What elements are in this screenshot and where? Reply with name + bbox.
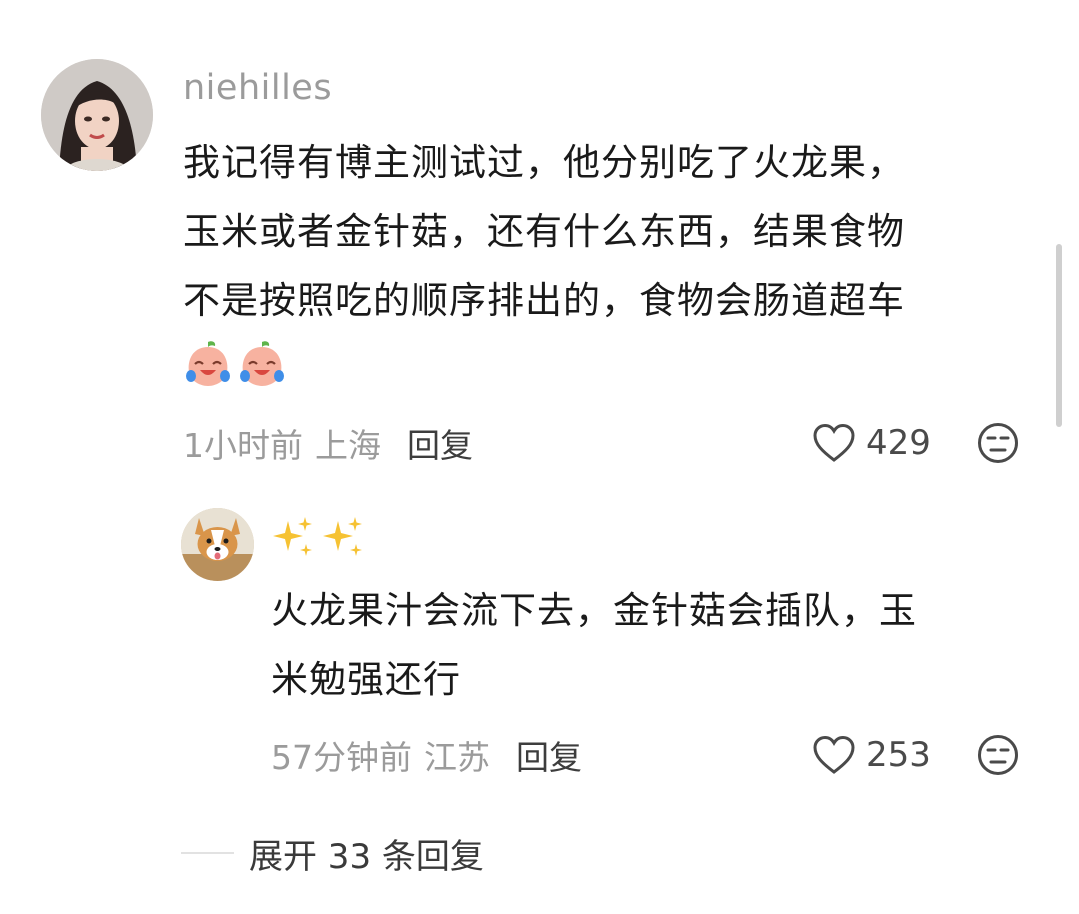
- reply-meta: 57分钟前 江苏 回复: [271, 732, 582, 778]
- comment-dislike-button[interactable]: [977, 422, 1019, 464]
- expand-divider: [181, 852, 234, 854]
- reply-text: 火龙果汁会流下去，金针菇会插队，玉 米勉强还行: [271, 576, 1031, 714]
- reply-like-count: 253: [866, 735, 931, 775]
- expand-replies-label: 展开 33 条回复: [249, 836, 484, 877]
- comment-like-count: 429: [866, 423, 931, 463]
- crying-laughing-peach-icon: [240, 341, 284, 386]
- corgi-dog-icon: [181, 508, 254, 581]
- comment-text: 我记得有博主测试过，他分别吃了火龙果， 玉米或者金针菇，还有什么东西，结果食物 …: [183, 128, 1033, 335]
- expand-replies-button[interactable]: 展开 33 条回复: [181, 830, 484, 877]
- comment-text-line: 我记得有博主测试过，他分别吃了火龙果，: [183, 141, 905, 184]
- comment-reply-button[interactable]: 回复: [407, 419, 473, 467]
- comment-meta: 1小时前 上海 回复: [183, 420, 473, 466]
- reply-text-line: 火龙果汁会流下去，金针菇会插队，玉: [271, 589, 917, 632]
- reply-like-button[interactable]: 253: [812, 732, 931, 778]
- reply-time: 57分钟前: [271, 738, 412, 777]
- heart-icon: [812, 423, 856, 463]
- comment-text-line: 玉米或者金针菇，还有什么东西，结果食物: [183, 210, 905, 253]
- reply-dislike-button[interactable]: [977, 734, 1019, 776]
- reply-location: 江苏: [424, 738, 490, 777]
- reply-username[interactable]: [271, 515, 367, 561]
- comment-emoji-row: [183, 338, 287, 390]
- comment-text-line: 不是按照吃的顺序排出的，食物会肠道超车: [183, 279, 905, 322]
- woman-portrait-icon: [41, 59, 153, 171]
- comment-time: 1小时前: [183, 426, 303, 465]
- crying-laughing-peach-icon: [186, 341, 230, 386]
- comment-like-button[interactable]: 429: [812, 420, 931, 466]
- comment-location: 上海: [315, 426, 381, 465]
- sparkles-icon: [273, 517, 312, 556]
- reply-avatar[interactable]: [181, 508, 254, 581]
- scrollbar[interactable]: [1056, 244, 1062, 427]
- heart-icon: [812, 735, 856, 775]
- commenter-avatar[interactable]: [41, 59, 153, 171]
- unamused-face-icon: [978, 423, 1018, 463]
- sparkles-icon: [323, 517, 362, 556]
- unamused-face-icon: [978, 735, 1018, 775]
- comment-username[interactable]: niehilles: [183, 68, 332, 108]
- reply-text-line: 米勉强还行: [271, 658, 461, 701]
- reply-reply-button[interactable]: 回复: [516, 731, 582, 779]
